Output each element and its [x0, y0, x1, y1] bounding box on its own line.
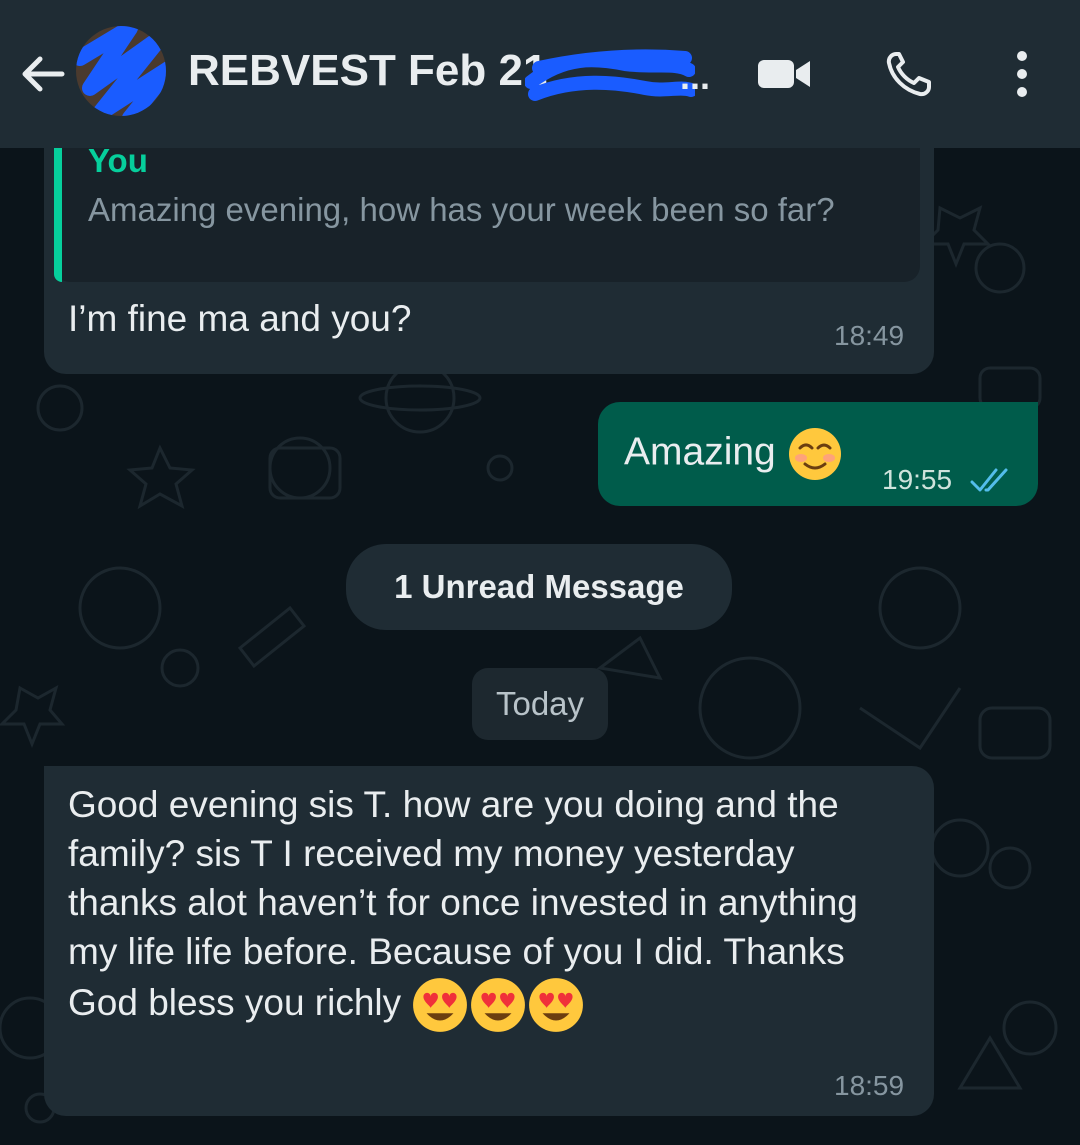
heart-eyes-emoji: [413, 978, 468, 1032]
arrow-left-icon[interactable]: [18, 52, 66, 96]
message-time: 19:55: [882, 464, 953, 495]
quote-accent-bar: [54, 148, 62, 282]
title-ellipsis: ...: [680, 56, 711, 97]
chat-header: REBVEST Feb 21 ...: [0, 0, 1080, 148]
date-divider: Today: [472, 668, 608, 740]
quote-text: Amazing evening, how has your week been …: [88, 191, 835, 228]
chat-area[interactable]: You Amazing evening, how has your week b…: [0, 148, 1080, 1145]
message-bubble-incoming[interactable]: Good evening sis T. how are you doing an…: [44, 766, 934, 1116]
read-double-check-icon: [970, 468, 1008, 492]
heart-eyes-emoji: [471, 978, 526, 1032]
smiling-face-emoji: [788, 428, 841, 480]
quote-author: You: [88, 148, 148, 179]
message-time: 18:49: [834, 320, 905, 351]
heart-eyes-emoji: [529, 978, 584, 1032]
unread-messages-banner: 1 Unread Message: [346, 544, 732, 630]
chat-title[interactable]: REBVEST Feb 21: [188, 46, 547, 96]
phone-icon[interactable]: [880, 48, 940, 100]
quoted-message[interactable]: You Amazing evening, how has your week b…: [54, 148, 920, 282]
message-text-content: Amazing: [624, 430, 776, 474]
message-bubble-incoming[interactable]: You Amazing evening, how has your week b…: [44, 148, 934, 374]
message-time: 18:59: [834, 1070, 905, 1101]
message-text: I’m fine ma and you?: [68, 298, 412, 339]
avatar[interactable]: [76, 26, 166, 116]
redaction-scribble: [525, 49, 695, 101]
more-vertical-icon[interactable]: [994, 48, 1054, 100]
message-text: Good evening sis T. how are you doing an…: [68, 780, 888, 1034]
video-camera-icon[interactable]: [754, 48, 814, 100]
message-text: Amazing: [624, 426, 843, 482]
redaction-scribble: [76, 26, 166, 116]
message-bubble-outgoing[interactable]: Amazing 19:55: [598, 402, 1038, 506]
